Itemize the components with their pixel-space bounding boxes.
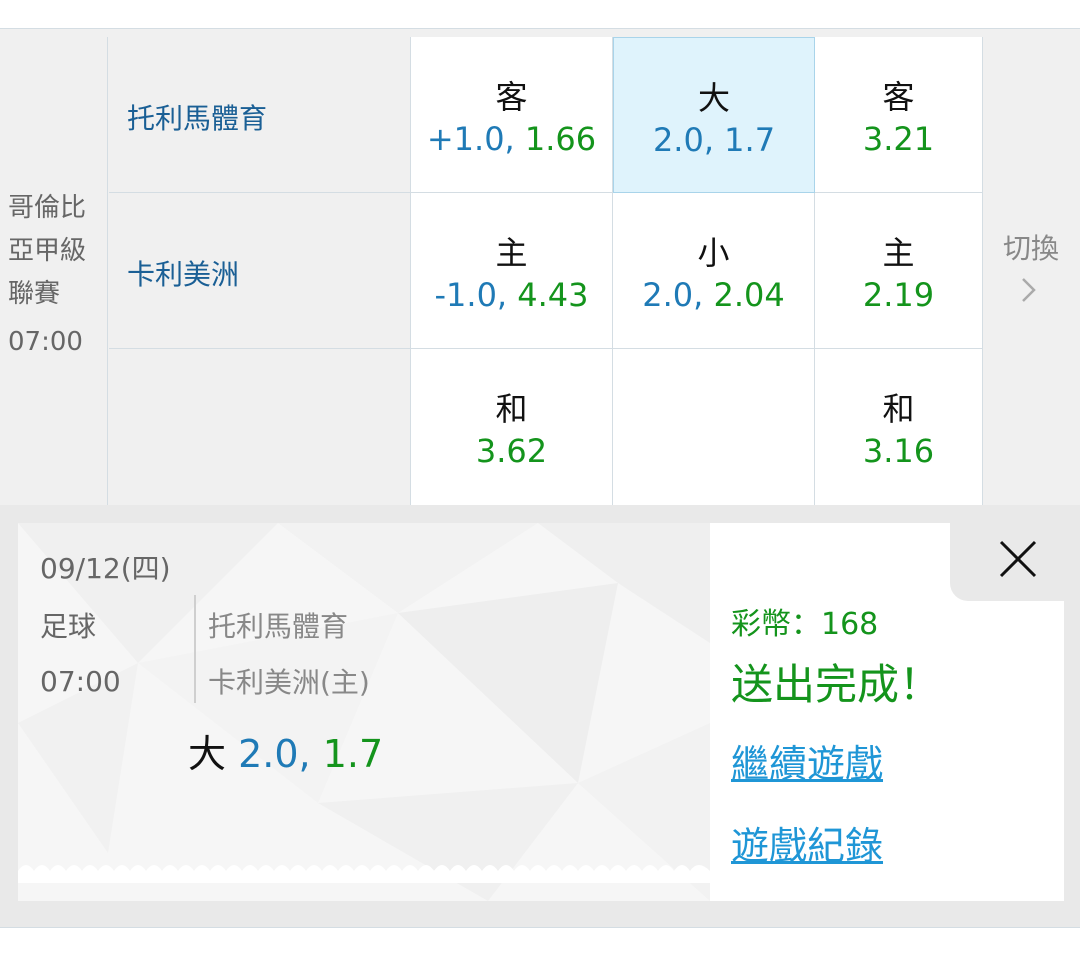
odds-value: 3.62	[475, 432, 548, 470]
switch-label: 切換	[1003, 232, 1060, 265]
odds-label: 和	[882, 390, 915, 428]
separator-band	[0, 29, 1080, 37]
odds-value: -1.0, 4.43	[434, 276, 589, 314]
odds-cell-over-selected[interactable]: 大 2.0, 1.7	[613, 37, 815, 193]
odds-value: 2.19	[862, 276, 935, 314]
match-time: 07:00	[8, 327, 83, 357]
teams-column: 托利馬體育 卡利美洲	[109, 37, 411, 505]
odds-label: 主	[882, 234, 915, 272]
bottom-bar	[0, 927, 1080, 964]
home-team-name: 卡利美洲	[127, 258, 240, 291]
odds-label: 主	[495, 234, 528, 272]
ticket-sport: 足球	[40, 610, 97, 643]
odds-value: +1.0, 1.66	[426, 120, 597, 158]
odds-label: 大	[697, 79, 730, 117]
bet-ticket: 09/12(四) 足球 07:00 托利馬體育 卡利美洲(主) 大 2.0, 1…	[18, 523, 1064, 901]
odds-cell-empty	[613, 349, 815, 505]
league-name: 哥倫比亞甲級聯賽	[8, 193, 87, 309]
moneyline-column: 客 3.21 主 2.19 和 3.16	[815, 37, 983, 505]
bet-price: 1.7	[322, 732, 384, 776]
odds-cell-handicap-home[interactable]: 主 -1.0, 4.43	[411, 193, 613, 349]
total-column: 大 2.0, 1.7 小 2.0, 2.04	[613, 37, 815, 505]
odds-value: 2.0, 1.7	[652, 121, 776, 159]
odds-cell-under[interactable]: 小 2.0, 2.04	[613, 193, 815, 349]
odds-label: 客	[495, 78, 528, 116]
odds-label: 小	[697, 234, 730, 272]
odds-label: 和	[495, 390, 528, 428]
odds-cell-moneyline-home[interactable]: 主 2.19	[815, 193, 983, 349]
odds-cell-handicap-away[interactable]: 客 +1.0, 1.66	[411, 37, 613, 193]
top-bar	[0, 0, 1080, 29]
bet-confirmation-overlay: 09/12(四) 足球 07:00 托利馬體育 卡利美洲(主) 大 2.0, 1…	[0, 505, 1080, 927]
odds-cell-moneyline-away[interactable]: 客 3.21	[815, 37, 983, 193]
close-icon[interactable]	[998, 539, 1038, 579]
bet-line: 2.0,	[238, 732, 311, 776]
ticket-team-away: 托利馬體育	[208, 610, 349, 643]
ticket-divider	[194, 595, 196, 703]
ticket-date: 09/12(四)	[40, 552, 171, 585]
handicap-column: 客 +1.0, 1.66 主 -1.0, 4.43 和 3.62	[411, 37, 613, 505]
chevron-right-icon	[1022, 278, 1036, 302]
odds-label: 客	[882, 78, 915, 116]
league-cell: 哥倫比亞甲級聯賽 07:00	[0, 37, 108, 505]
switch-button[interactable]: 切換	[983, 37, 1080, 505]
continue-game-link[interactable]: 繼續遊戲	[731, 733, 883, 788]
odds-table: 哥倫比亞甲級聯賽 07:00 托利馬體育 卡利美洲 客 +1.0, 1.66 主…	[0, 37, 1080, 505]
odds-cell-handicap-draw[interactable]: 和 3.62	[411, 349, 613, 505]
ticket-bet-selection: 大 2.0, 1.7	[188, 723, 383, 778]
odds-value: 3.16	[862, 432, 935, 470]
bet-type: 大	[188, 732, 227, 776]
odds-value: 3.21	[862, 120, 935, 158]
team-row-home: 卡利美洲	[109, 193, 411, 349]
odds-value: 2.0, 2.04	[642, 276, 785, 314]
coin-balance: 彩幣：168	[731, 607, 879, 642]
team-row-draw	[109, 349, 411, 505]
odds-cell-moneyline-draw[interactable]: 和 3.16	[815, 349, 983, 505]
ticket-zigzag-edge	[18, 865, 710, 883]
submit-success-message: 送出完成！	[731, 660, 942, 709]
game-history-link[interactable]: 遊戲紀錄	[731, 815, 883, 870]
team-row-away: 托利馬體育	[109, 37, 411, 193]
away-team-name: 托利馬體育	[127, 102, 268, 135]
ticket-team-home: 卡利美洲(主)	[208, 666, 370, 699]
ticket-time: 07:00	[40, 665, 121, 698]
